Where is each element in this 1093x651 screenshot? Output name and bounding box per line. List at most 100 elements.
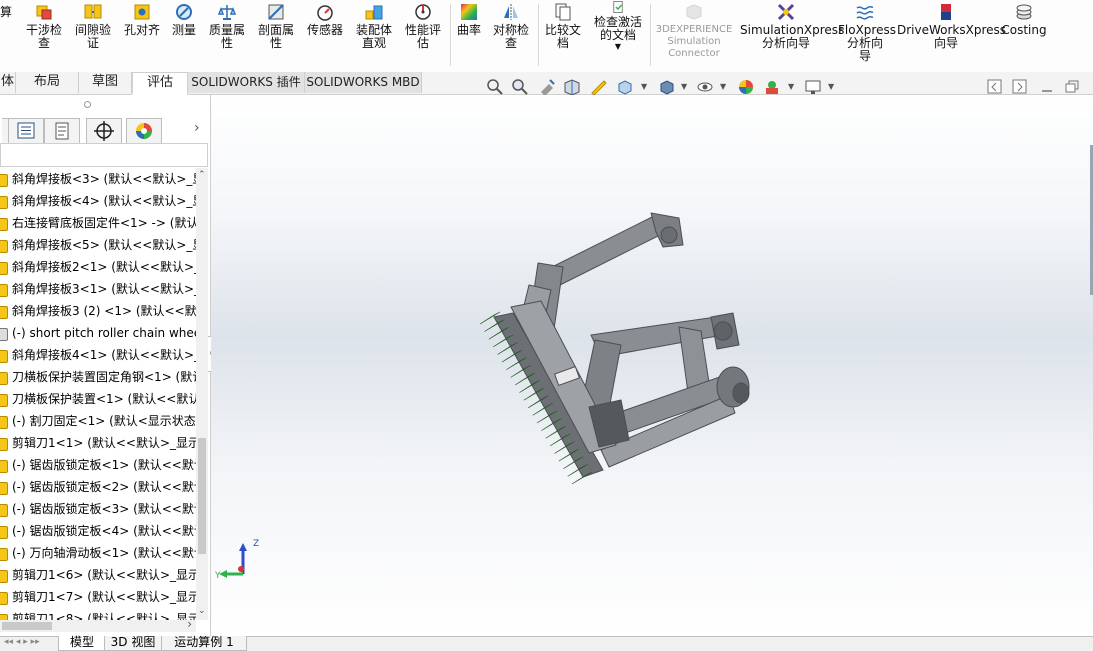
section-properties-button[interactable]: 剖面属 性 [253, 2, 299, 50]
scroll-up-icon[interactable]: ⌃ [198, 170, 206, 180]
assembly-model[interactable] [211, 95, 1093, 636]
apply-scene-icon[interactable] [763, 78, 781, 96]
costing-button[interactable]: Costing [1000, 2, 1048, 37]
hole-alignment-button[interactable]: 孔对齐 [120, 2, 164, 37]
scrollbar-thumb[interactable] [198, 438, 206, 554]
tree-item[interactable]: (-) 万向轴滑动板<1> (默认<<默认 [0, 542, 196, 564]
interference-check-button[interactable]: 干涉检 查 [22, 2, 66, 50]
configurationmanager-tab[interactable] [86, 118, 122, 144]
tree-item[interactable]: (-) 锯齿版锁定板<2> (默认<<默认 [0, 476, 196, 498]
tree-item-label: (-) short pitch roller chain whee [12, 326, 196, 340]
x-axis-marker [238, 566, 244, 572]
sensor-button[interactable]: 传感器 [302, 2, 348, 37]
tab-sketch[interactable]: 草图 [79, 72, 132, 93]
scrollbar-thumb[interactable] [2, 622, 52, 630]
frame-pivot [713, 321, 733, 341]
propertymanager-tab[interactable] [44, 118, 80, 144]
ribbon-partial-button[interactable]: 算 [0, 6, 12, 19]
tree-item[interactable]: (-) 锯齿版锁定板<4> (默认<<默认 [0, 520, 196, 542]
curvature-button[interactable]: 曲率 [452, 2, 486, 37]
measure-button[interactable]: 测量 [168, 2, 200, 37]
tree-filter-field[interactable] [0, 143, 208, 167]
displaymanager-tab[interactable] [126, 118, 162, 144]
tab-solidworks-addins[interactable]: SOLIDWORKS 插件 [188, 72, 305, 93]
driveworksxpress-button[interactable]: DriveWorksXpress 向导 [897, 2, 1006, 50]
tab-3d-views[interactable]: 3D 视图 [104, 636, 162, 651]
tab-body[interactable]: 体 [0, 72, 16, 93]
tree-item[interactable]: 剪辑刀1<7> (默认<<默认>_显示 [0, 586, 196, 608]
dropdown-arrow-icon[interactable]: ▼ [720, 82, 726, 91]
tree-item[interactable]: (-) 割刀固定<1> (默认<显示状态- [0, 410, 196, 432]
mass-properties-button[interactable]: 质量属 性 [204, 2, 250, 50]
tree-item-label: (-) 锯齿版锁定板<1> (默认<<默认 [12, 458, 196, 472]
previous-view-icon[interactable] [538, 78, 556, 96]
section-view-icon[interactable] [563, 78, 581, 96]
collapse-right-icon[interactable] [1011, 78, 1029, 96]
panel-grip-icon[interactable] [84, 101, 91, 108]
tree-item[interactable]: 剪辑刀1<1> (默认<<默认>_显示 [0, 432, 196, 454]
dynamic-annotation-icon[interactable] [590, 78, 608, 96]
tree-item[interactable]: (-) short pitch roller chain whee [0, 322, 196, 344]
edit-appearance-icon[interactable] [737, 78, 755, 96]
tree-item[interactable]: 斜角焊接板3 (2) <1> (默认<<默 [0, 300, 196, 322]
tab-model-label: 模型 [69, 635, 94, 649]
tree-item[interactable]: 斜角焊接板4<1> (默认<<默认>_显 [0, 344, 196, 366]
tree-item[interactable]: 斜角焊接板<5> (默认<<默认>_显 [0, 234, 196, 256]
tab-scroll-arrows-icon[interactable]: ◂◂ ◂ ▸ ▸▸ [4, 637, 40, 647]
symmetry-check-button[interactable]: 对称检 查 [488, 2, 534, 50]
zoom-area-icon[interactable] [511, 78, 529, 96]
tree-item[interactable]: 刀横板保护装置<1> (默认<<默认 [0, 388, 196, 410]
tree-vertical-scrollbar[interactable]: ⌃ ⌄ [196, 168, 208, 620]
display-style-icon[interactable] [658, 78, 676, 96]
part-icon [0, 174, 8, 187]
tab-motion-study[interactable]: 运动算例 1 [161, 636, 247, 651]
tree-item[interactable]: 斜角焊接板<3> (默认<<默认>_显 [0, 168, 196, 190]
performance-evaluation-button[interactable]: 性能评 估 [400, 2, 446, 50]
restore-icon[interactable] [1063, 78, 1081, 96]
scroll-right-icon[interactable]: › [187, 617, 192, 631]
symmetry-check-label: 对称检 查 [492, 23, 529, 50]
hide-show-items-icon[interactable] [696, 78, 714, 96]
tree-item[interactable]: (-) 锯齿版锁定板<1> (默认<<默认 [0, 454, 196, 476]
3dexperience-connector-button[interactable]: 3DEXPERIENCE Simulation Connector [654, 2, 734, 60]
tree-item[interactable]: 右连接臂底板固定件<1> -> (默认 [0, 212, 196, 234]
tab-model[interactable]: 模型 [58, 636, 106, 651]
scroll-down-icon[interactable]: ⌄ [198, 606, 206, 616]
compare-documents-button[interactable]: 比较文 档 [541, 2, 585, 50]
clearance-verify-button[interactable]: 间隙验 证 [70, 2, 116, 50]
tree-item[interactable]: 剪辑刀1<6> (默认<<默认>_显示 [0, 564, 196, 586]
tab-evaluate[interactable]: 评估 [132, 72, 188, 95]
tree-item-label: 斜角焊接板<4> (默认<<默认>_显 [12, 194, 196, 208]
view-orientation-icon[interactable] [616, 78, 634, 96]
tab-layout[interactable]: 布局 [16, 72, 79, 93]
tree-item[interactable]: 斜角焊接板3<1> (默认<<默认>_显 [0, 278, 196, 300]
part-icon [0, 372, 8, 385]
view-settings-icon[interactable] [804, 78, 822, 96]
tree-item[interactable]: (-) 锯齿版锁定板<3> (默认<<默认 [0, 498, 196, 520]
part-icon [0, 504, 8, 517]
zoom-to-fit-icon[interactable] [486, 78, 504, 96]
simulationxpress-button[interactable]: SimulationXpress 分析向导 [740, 2, 844, 50]
tree-horizontal-scrollbar[interactable]: › [0, 617, 196, 632]
driveworksxpress-label: DriveWorksXpress 向导 [897, 23, 1007, 50]
assembly-visualization-button[interactable]: 装配体 直观 [351, 2, 397, 50]
dropdown-arrow-icon[interactable]: ▼ [641, 82, 647, 91]
ribbon-partial-label: 算 [0, 5, 13, 19]
featuremanager-tab[interactable] [8, 118, 44, 144]
mass-properties-label: 质量属 性 [208, 23, 245, 50]
collapse-left-icon[interactable] [986, 78, 1004, 96]
dropdown-arrow-icon[interactable]: ▼ [681, 82, 687, 91]
floxpress-button[interactable]: FloXpress 分析向 导 [838, 2, 896, 63]
minimize-icon[interactable] [1038, 78, 1056, 96]
check-active-document-button[interactable]: 检查激活 的文档 ▼ [589, 0, 647, 52]
tree-item-label: 斜角焊接板3<1> (默认<<默认>_显 [12, 282, 196, 296]
tree-item[interactable]: 斜角焊接板2<1> (默认<<默认>_显 [0, 256, 196, 278]
tab-3d-views-label: 3D 视图 [110, 635, 156, 649]
chevron-right-icon[interactable]: › [194, 120, 200, 136]
dropdown-arrow-icon[interactable]: ▼ [828, 82, 834, 91]
tree-item[interactable]: 斜角焊接板<4> (默认<<默认>_显 [0, 190, 196, 212]
graphics-area[interactable]: Z Y [211, 95, 1093, 636]
dropdown-arrow-icon[interactable]: ▼ [788, 82, 794, 91]
tab-solidworks-mbd[interactable]: SOLIDWORKS MBD [305, 72, 422, 93]
tree-item[interactable]: 刀横板保护装置固定角钢<1> (默认 [0, 366, 196, 388]
